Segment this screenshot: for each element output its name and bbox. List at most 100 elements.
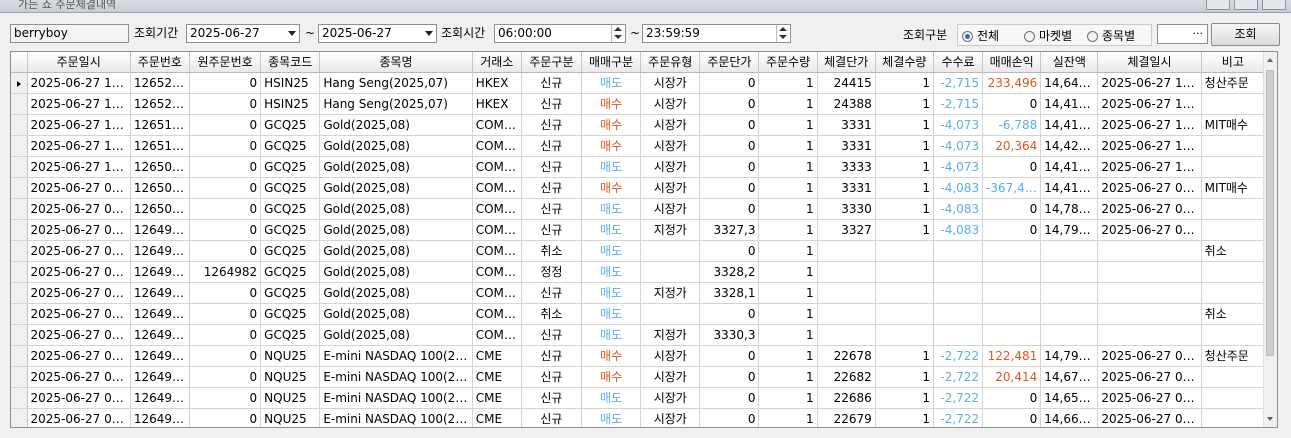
row-indicator[interactable] bbox=[11, 261, 28, 283]
column-header[interactable]: 종목코드 bbox=[260, 52, 321, 73]
table-row[interactable]: 2025-06-27 09:… 1265012 0 GCQ25 Gold(2025,08… bbox=[11, 198, 1266, 220]
table-row[interactable]: 2025-06-27 10:… 1265168 0 GCQ25 Gold(2025,08… bbox=[11, 135, 1266, 157]
table-row[interactable]: 2025-06-27 09:… 1264929 0 NQU25 E-mini NASDA… bbox=[11, 387, 1266, 409]
row-indicator[interactable] bbox=[11, 366, 28, 388]
column-header[interactable]: 주문번호 bbox=[130, 52, 190, 73]
table-cell: 1264983 bbox=[130, 240, 190, 262]
table-row[interactable]: 2025-06-27 09:… 1264982 0 GCQ25 Gold(2025,08… bbox=[11, 282, 1266, 304]
radio-all[interactable]: 전체 bbox=[962, 28, 999, 44]
table-cell: -4,083 bbox=[933, 219, 984, 241]
column-header[interactable]: 주문유형 bbox=[640, 52, 701, 73]
table-row[interactable]: 2025-06-27 09:… 1264983 0 GCQ25 Gold(2025,08… bbox=[11, 240, 1266, 262]
ellipsis-icon[interactable]: ··· bbox=[1193, 25, 1204, 42]
column-header[interactable]: 종목명 bbox=[319, 52, 473, 73]
time-to-spinner[interactable]: 23:59:59 bbox=[642, 24, 791, 43]
column-header[interactable]: 매매손익 bbox=[982, 52, 1042, 73]
time-from-spinner[interactable]: 06:00:00 bbox=[494, 24, 626, 43]
spinner-icon[interactable] bbox=[611, 25, 625, 42]
row-indicator[interactable] bbox=[11, 303, 28, 325]
table-row[interactable]: 2025-06-27 10:… 1265174 0 GCQ25 Gold(2025,08… bbox=[11, 114, 1266, 136]
table-cell: 0 bbox=[699, 114, 760, 136]
table-row[interactable]: 2025-06-27 09:… 1265014 0 GCQ25 Gold(2025,08… bbox=[11, 177, 1266, 199]
chevron-down-icon[interactable] bbox=[425, 31, 433, 36]
table-cell bbox=[1201, 408, 1266, 427]
table-cell bbox=[1201, 324, 1266, 346]
row-indicator[interactable] bbox=[11, 156, 28, 178]
table-row[interactable]: 2025-06-27 09:… 1264938 0 NQU25 E-mini NASDA… bbox=[11, 366, 1266, 388]
column-header[interactable]: 실잔액 bbox=[1040, 52, 1099, 73]
table-row[interactable]: 2025-06-27 09:… 1264946 0 GCQ25 Gold(2025,08… bbox=[11, 303, 1266, 325]
row-indicator[interactable] bbox=[11, 282, 28, 304]
search-button[interactable]: 조회 bbox=[1211, 23, 1280, 46]
chevron-down-icon[interactable] bbox=[288, 31, 296, 36]
minimize-button[interactable] bbox=[1206, 0, 1230, 10]
row-indicator[interactable] bbox=[11, 114, 28, 136]
table-cell: 1 bbox=[758, 240, 818, 262]
table-row[interactable]: 2025-06-27 10:… 1265073 0 GCQ25 Gold(2025,08… bbox=[11, 156, 1266, 178]
row-indicator[interactable] bbox=[11, 324, 28, 346]
row-indicator[interactable] bbox=[11, 198, 28, 220]
close-button[interactable] bbox=[1262, 0, 1286, 10]
date-to-picker[interactable]: 2025-06-27 bbox=[318, 24, 437, 43]
table-row[interactable]: 2025-06-27 09:… 1264983 1264982 GCQ25 Gold(2… bbox=[11, 261, 1266, 283]
column-header[interactable]: 거래소 bbox=[472, 52, 522, 73]
column-header[interactable]: 주문구분 bbox=[521, 52, 583, 73]
column-header[interactable]: 체결일시 bbox=[1097, 52, 1202, 73]
column-header[interactable]: 비고 bbox=[1201, 52, 1266, 73]
table-cell: HSIN25 bbox=[260, 93, 321, 115]
scrollbar-thumb[interactable] bbox=[1266, 70, 1274, 356]
table-cell: 2025-06-27 09:… bbox=[27, 177, 131, 199]
spinner-icon[interactable] bbox=[776, 25, 790, 42]
row-indicator[interactable] bbox=[11, 72, 28, 94]
table-cell: 1265241 bbox=[130, 93, 190, 115]
table-cell: 매도 bbox=[581, 324, 642, 346]
table-cell: 14,415… bbox=[1040, 93, 1099, 115]
table-row[interactable]: 2025-06-27 09:… 1264940 0 NQU25 E-mini NASDA… bbox=[11, 345, 1266, 367]
table-cell: 신규 bbox=[521, 177, 583, 199]
radio-item[interactable]: 종목별 bbox=[1087, 28, 1135, 44]
row-indicator[interactable] bbox=[11, 345, 28, 367]
row-indicator[interactable] bbox=[11, 135, 28, 157]
column-header[interactable]: 매매구분 bbox=[581, 52, 642, 73]
table-cell: 0 bbox=[189, 324, 262, 346]
table-row[interactable]: 2025-06-27 09:… 1264987 0 GCQ25 Gold(2025,08… bbox=[11, 219, 1266, 241]
table-cell bbox=[1040, 324, 1099, 346]
table-row[interactable]: 2025-06-27 09:… 1264927 0 NQU25 E-mini NASDA… bbox=[11, 408, 1266, 427]
table-cell: 0 bbox=[699, 177, 760, 199]
column-header[interactable]: 체결수량 bbox=[875, 52, 934, 73]
table-cell: -4,073 bbox=[933, 114, 984, 136]
account-field[interactable]: berryboy bbox=[10, 24, 129, 43]
row-indicator[interactable] bbox=[11, 408, 28, 427]
table-cell: 매도 bbox=[581, 282, 642, 304]
table-cell: 1 bbox=[875, 387, 934, 409]
table-cell: 1 bbox=[758, 303, 818, 325]
column-header[interactable]: 체결단가 bbox=[817, 52, 876, 73]
column-header[interactable]: 원주문번호 bbox=[189, 52, 262, 73]
table-row[interactable]: 2025-06-27 09:… 1264946 0 GCQ25 Gold(2025,08… bbox=[11, 324, 1266, 346]
row-indicator[interactable] bbox=[11, 177, 28, 199]
table-cell: 매수 bbox=[581, 177, 642, 199]
maximize-button[interactable] bbox=[1234, 0, 1258, 10]
column-header[interactable]: 주문일시 bbox=[27, 52, 131, 73]
column-header[interactable]: 주문단가 bbox=[699, 52, 760, 73]
table-cell bbox=[1201, 366, 1266, 388]
table-cell: 1 bbox=[758, 345, 818, 367]
radio-market[interactable]: 마켓별 bbox=[1024, 28, 1072, 44]
scroll-up-icon[interactable] bbox=[1267, 58, 1273, 62]
column-header[interactable]: 수수료 bbox=[933, 52, 984, 73]
item-code-field[interactable]: ··· bbox=[1157, 24, 1208, 44]
table-row[interactable]: 2025-06-27 11:… 1265252 0 HSIN25 Hang Seng(2… bbox=[11, 72, 1266, 94]
row-indicator[interactable] bbox=[11, 219, 28, 241]
row-indicator[interactable] bbox=[11, 93, 28, 115]
vertical-scrollbar[interactable] bbox=[1263, 52, 1277, 427]
date-from-picker[interactable]: 2025-06-27 bbox=[186, 24, 300, 43]
column-header[interactable]: 주문수량 bbox=[758, 52, 818, 73]
table-cell: 1 bbox=[758, 366, 818, 388]
table-cell: 0 bbox=[982, 93, 1042, 115]
table-cell: 매도 bbox=[581, 198, 642, 220]
table-cell: 14,787… bbox=[1040, 198, 1099, 220]
table-row[interactable]: 2025-06-27 11:… 1265241 0 HSIN25 Hang Seng(2… bbox=[11, 93, 1266, 115]
scroll-down-icon[interactable] bbox=[1267, 417, 1273, 421]
row-indicator[interactable] bbox=[11, 387, 28, 409]
row-indicator[interactable] bbox=[11, 240, 28, 262]
